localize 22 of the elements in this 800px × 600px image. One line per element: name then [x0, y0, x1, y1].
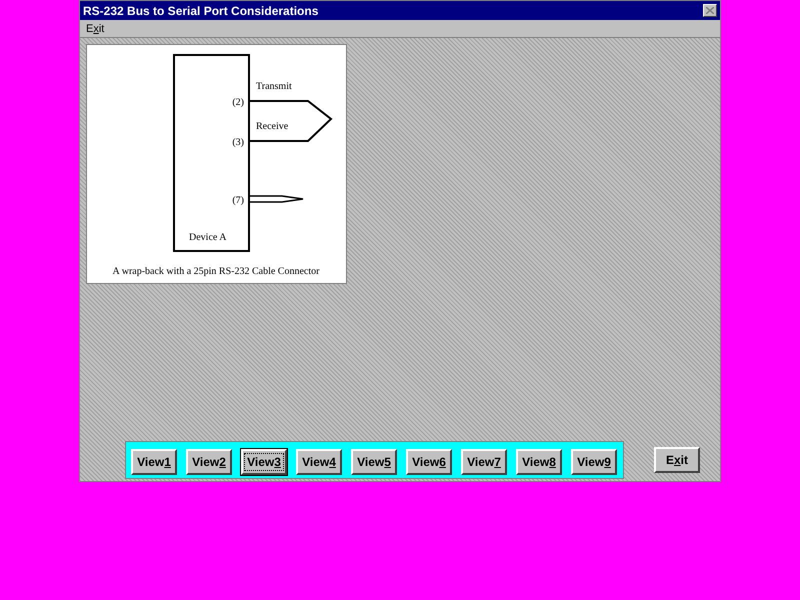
view-button[interactable]: View8: [516, 449, 562, 475]
signal-label: Transmit: [256, 81, 292, 92]
menu-item[interactable]: Exit: [86, 22, 104, 34]
signal-label: Receive: [256, 121, 288, 132]
diagram-caption: A wrap-back with a 25pin RS-232 Cable Connector: [112, 266, 320, 277]
pin-label: (7): [232, 195, 244, 206]
ground-wire: [250, 195, 304, 203]
window-title: RS-232 Bus to Serial Port Considerations: [83, 4, 318, 18]
pin-label: (3): [232, 137, 244, 148]
exit-button[interactable]: Exit: [654, 447, 700, 473]
device-label: Device A: [189, 232, 226, 243]
view-button[interactable]: View2: [186, 449, 232, 475]
view-button[interactable]: View1: [131, 449, 177, 475]
pin-label: (2): [232, 97, 244, 108]
view-button[interactable]: View7: [461, 449, 507, 475]
close-button[interactable]: [703, 4, 717, 17]
view-button[interactable]: View3: [241, 449, 287, 475]
view-button[interactable]: View4: [296, 449, 342, 475]
close-icon: [706, 7, 714, 14]
view-button[interactable]: View6: [406, 449, 452, 475]
view-button[interactable]: View9: [571, 449, 617, 475]
view-button[interactable]: View5: [351, 449, 397, 475]
